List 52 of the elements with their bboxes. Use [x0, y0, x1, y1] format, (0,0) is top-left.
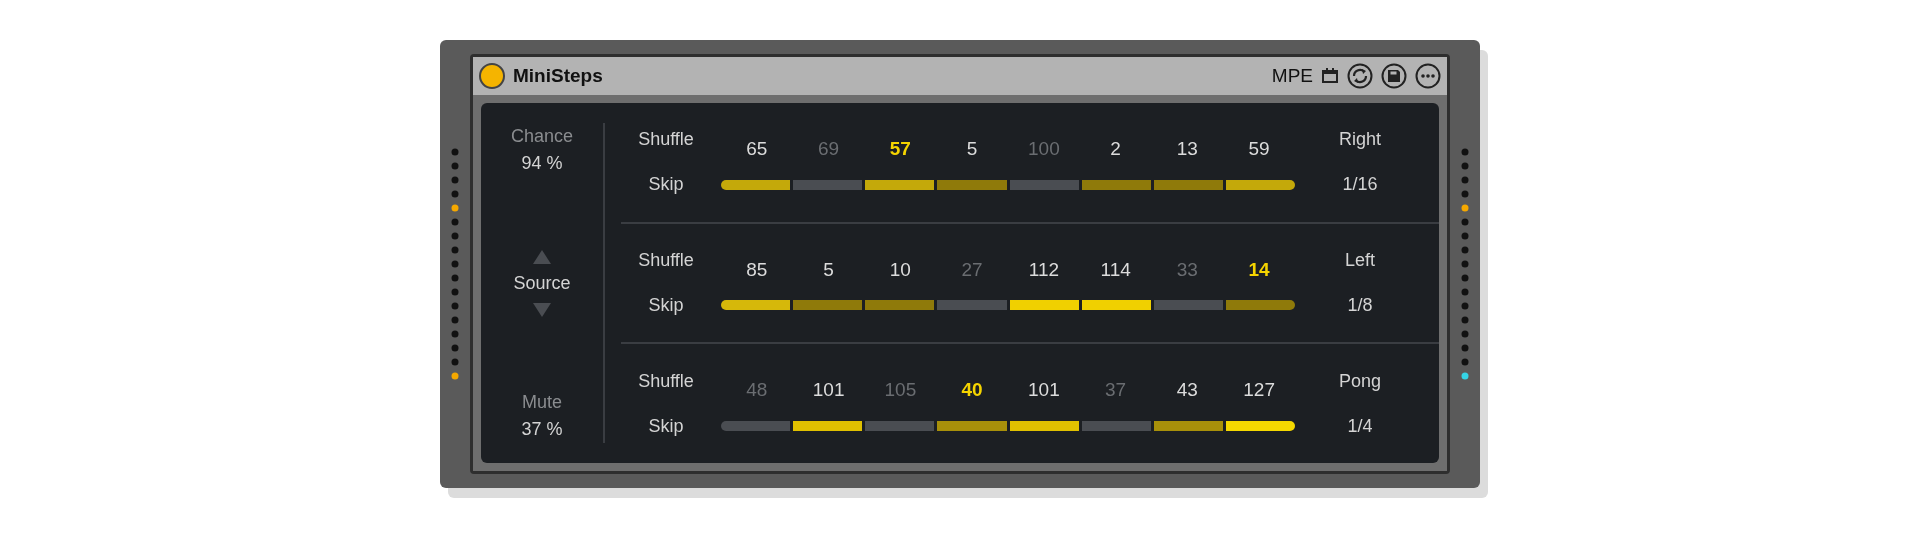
shuffle-value[interactable]: 114	[1079, 255, 1152, 285]
shuffle-value[interactable]: 101	[792, 376, 865, 405]
shuffle-value[interactable]: 85	[721, 255, 793, 285]
shuffle-value[interactable]: 5	[936, 135, 1008, 164]
shuffle-label: Shuffle	[638, 369, 694, 393]
shuffle-value[interactable]: 101	[1008, 376, 1080, 405]
mute-label: Mute	[522, 391, 562, 414]
shuffle-value[interactable]: 10	[864, 255, 937, 285]
calendar-icon[interactable]	[1321, 67, 1339, 85]
skip-segment[interactable]	[1009, 420, 1079, 431]
device-title: MiniSteps	[513, 63, 603, 88]
rate-value[interactable]: 1/4	[1347, 412, 1373, 440]
skip-segment[interactable]	[1009, 300, 1079, 311]
shuffle-label: Shuffle	[638, 249, 694, 272]
save-icon[interactable]	[1381, 63, 1407, 89]
shuffle-value[interactable]: 5	[792, 255, 865, 285]
shuffle-value[interactable]: 2	[1079, 135, 1152, 164]
source-label[interactable]: Source	[513, 269, 571, 297]
shuffle-value[interactable]: 40	[936, 376, 1008, 405]
chance-value[interactable]: 94 %	[521, 150, 563, 177]
shuffle-value[interactable]: 112	[1008, 255, 1080, 285]
shuffle-label: Shuffle	[638, 128, 694, 152]
skip-segment[interactable]	[793, 420, 863, 431]
mute-value[interactable]: 37 %	[521, 416, 563, 443]
shuffle-value[interactable]: 127	[1223, 376, 1295, 405]
mpe-label[interactable]: MPE	[1271, 61, 1313, 91]
rate-value[interactable]: 1/8	[1347, 292, 1373, 319]
skip-segment[interactable]	[865, 179, 935, 190]
more-icon[interactable]	[1415, 63, 1441, 89]
direction-value[interactable]: Right	[1339, 126, 1381, 154]
shuffle-value[interactable]: 43	[1151, 376, 1224, 405]
shuffle-value[interactable]: 13	[1151, 135, 1224, 164]
skip-segment[interactable]	[1081, 300, 1151, 311]
power-toggle[interactable]	[479, 63, 505, 89]
skip-label: Skip	[648, 294, 684, 317]
skip-segment[interactable]	[1225, 420, 1295, 431]
skip-segment[interactable]	[721, 300, 791, 311]
skip-segment[interactable]	[1225, 179, 1295, 190]
rate-value[interactable]: 1/16	[1342, 171, 1378, 199]
skip-segment[interactable]	[1153, 420, 1223, 431]
direction-value[interactable]: Pong	[1338, 367, 1381, 395]
shuffle-value[interactable]: 59	[1223, 135, 1295, 164]
refresh-icon[interactable]	[1347, 63, 1373, 89]
skip-segment[interactable]	[721, 179, 791, 190]
chance-label: Chance	[510, 125, 573, 148]
skip-label: Skip	[648, 173, 684, 197]
shuffle-value[interactable]: 14	[1223, 255, 1295, 285]
shuffle-value[interactable]: 65	[721, 135, 793, 164]
shuffle-value[interactable]: 57	[864, 135, 937, 164]
direction-value[interactable]: Left	[1345, 247, 1375, 274]
skip-label: Skip	[648, 414, 684, 438]
skip-segment[interactable]	[937, 420, 1007, 431]
